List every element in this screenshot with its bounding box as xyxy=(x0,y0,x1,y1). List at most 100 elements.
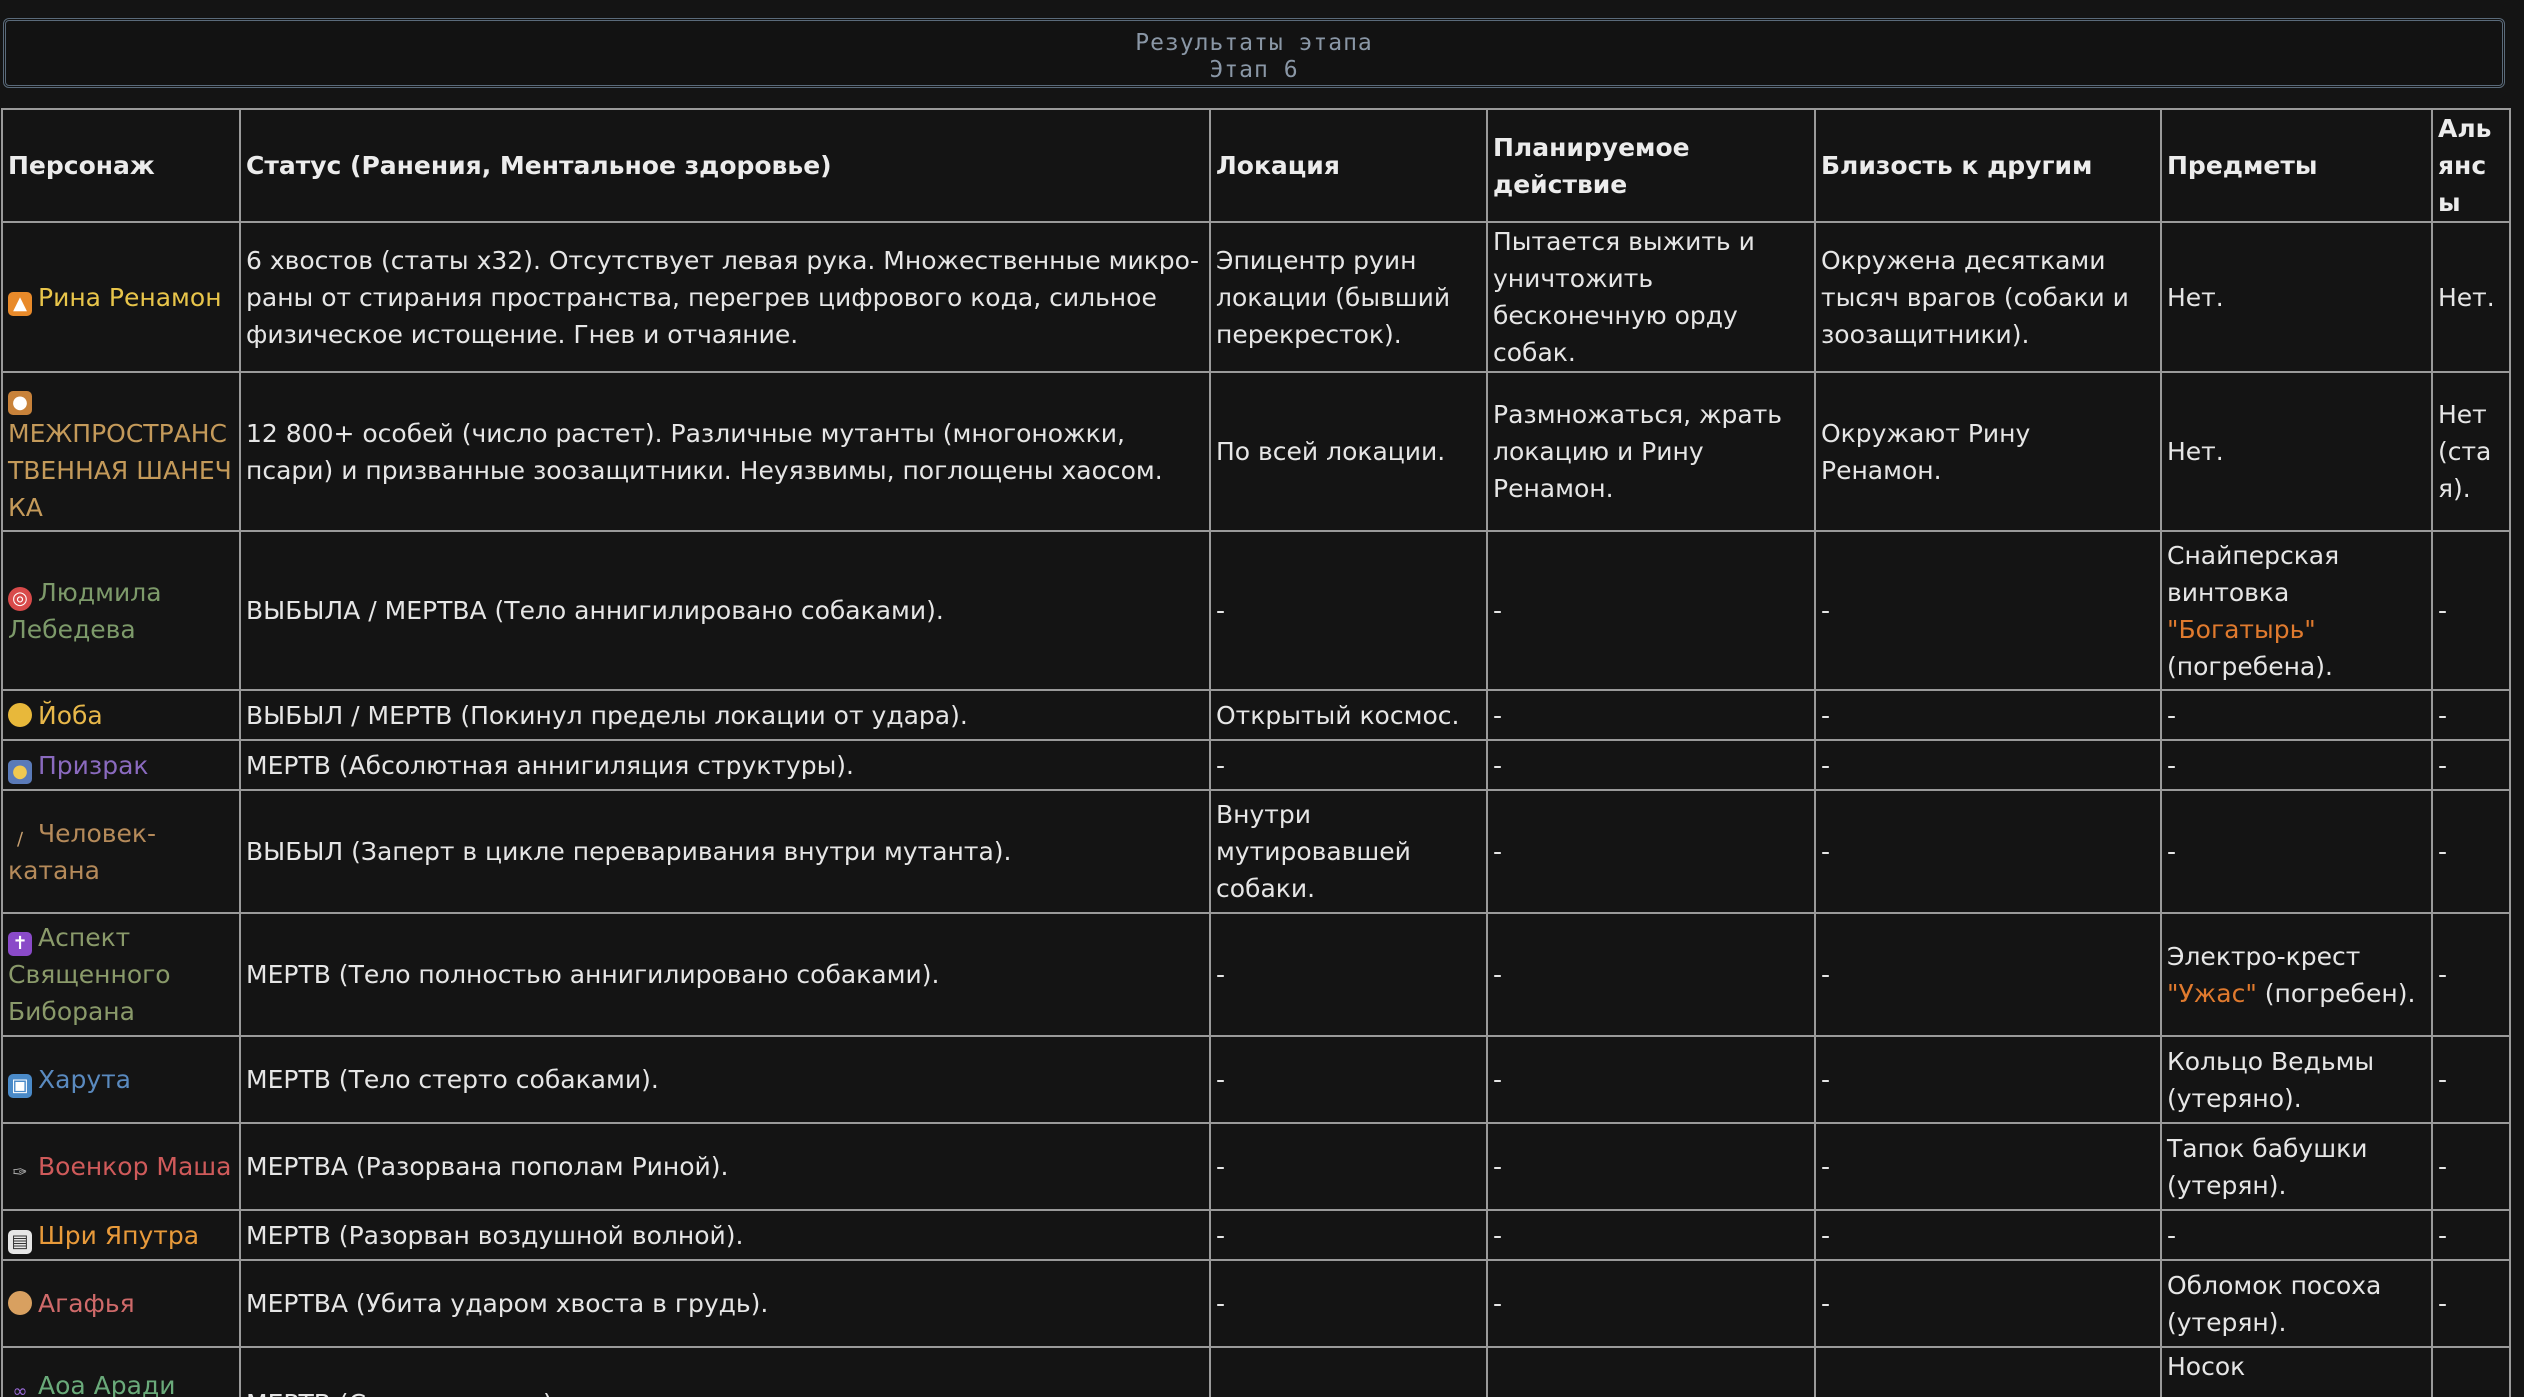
table-row: ● МЕЖПРОСТРАНСТВЕННАЯ ШАНЕЧКА 12 800+ осо… xyxy=(1,371,2511,532)
action-cell: Размножаться, жрать локацию и Рину Ренам… xyxy=(1486,371,1816,532)
status-cell: МЕРТВ (Тело полностью аннигилировано соб… xyxy=(239,912,1211,1037)
closeness-cell: - xyxy=(1814,1122,2162,1211)
table-header-row: Персонаж Статус (Ранения, Ментальное здо… xyxy=(1,108,2511,223)
tv-icon: ▣ xyxy=(8,1074,32,1098)
items-cell: - xyxy=(2160,1209,2433,1261)
closeness-cell: Окружают Рину Ренамон. xyxy=(1814,371,2162,532)
alliances-cell: - xyxy=(2431,1035,2511,1124)
items-cell: Обломок посоха (утерян). xyxy=(2160,1259,2433,1348)
closeness-cell: - xyxy=(1814,739,2162,791)
character-cell: ∞ Аоа Аради Тагадаш xyxy=(1,1346,241,1397)
action-cell: Пытается выжить и уничтожить бесконечную… xyxy=(1486,221,1816,373)
results-table: Персонаж Статус (Ранения, Ментальное здо… xyxy=(1,108,2511,1397)
status-cell: МЕРТВ (Абсолютная аннигиляция структуры)… xyxy=(239,739,1211,791)
dagger-icon: ∕ xyxy=(16,828,24,850)
closeness-cell: - xyxy=(1814,530,2162,691)
header-action: Планируемое действие xyxy=(1486,108,1816,223)
alliances-cell: - xyxy=(2431,689,2511,741)
item-highlight: "Ужас" xyxy=(2167,978,2257,1008)
table-row: ● Призрак МЕРТВ (Абсолютная аннигиляция с… xyxy=(1,739,2511,791)
stage-header: Результаты этапа Этап 6 xyxy=(3,18,2505,88)
action-cell: - xyxy=(1486,1035,1816,1124)
character-cell: ▣ Харута xyxy=(1,1035,241,1124)
character-name: Призрак xyxy=(38,750,149,780)
status-cell: МЕРТВ (Сгнил изнутри). xyxy=(239,1346,1211,1397)
mask-icon: ● xyxy=(8,759,32,784)
closeness-cell: - xyxy=(1814,1259,2162,1348)
character-cell: ✑ Военкор Маша xyxy=(1,1122,241,1211)
character-cell: ◎ Людмила Лебедева xyxy=(1,530,241,691)
status-cell: МЕРТВ (Разорван воздушной волной). xyxy=(239,1209,1211,1261)
location-cell: - xyxy=(1209,1259,1488,1348)
alliances-cell: Нет (стая). xyxy=(2431,371,2511,532)
character-name: Аоа Аради Тагадаш xyxy=(38,1370,176,1397)
alliances-cell: - xyxy=(2431,530,2511,691)
closeness-cell: - xyxy=(1814,1209,2162,1261)
action-cell: - xyxy=(1486,1122,1816,1211)
character-name: Харута xyxy=(38,1065,131,1094)
location-cell: - xyxy=(1209,1209,1488,1261)
items-cell: Носок телепортации (утерян). xyxy=(2160,1346,2433,1397)
status-cell: 6 хвостов (статы x32). Отсутствует левая… xyxy=(239,221,1211,373)
table-row: ▲ Рина Ренамон 6 хвостов (статы x32). Отс… xyxy=(1,221,2511,373)
alliances-cell: - xyxy=(2431,1209,2511,1261)
action-cell: - xyxy=(1486,1259,1816,1348)
location-cell: - xyxy=(1209,912,1488,1037)
header-status: Статус (Ранения, Ментальное здоровье) xyxy=(239,108,1211,223)
status-cell: ВЫБЫЛ / МЕРТВ (Покинул пределы локации о… xyxy=(239,689,1211,741)
location-cell: - xyxy=(1209,739,1488,791)
location-cell: - xyxy=(1209,530,1488,691)
table-row: ▣ Харута МЕРТВ (Тело стерто собаками). - … xyxy=(1,1035,2511,1124)
top-bar-cut xyxy=(0,0,2524,14)
location-cell: - xyxy=(1209,1346,1488,1397)
character-name: Военкор Маша xyxy=(38,1152,232,1181)
table-row: Агафья МЕРТВА (Убита ударом хвоста в гру… xyxy=(1,1259,2511,1348)
location-cell: Открытый космос. xyxy=(1209,689,1488,741)
alliances-cell: - xyxy=(2431,739,2511,791)
status-cell: ВЫБЫЛА / МЕРТВА (Тело аннигилировано соб… xyxy=(239,530,1211,691)
character-cell: ✝ Аспект Священного Биборана xyxy=(1,912,241,1037)
item-note: (погребена). xyxy=(2167,651,2333,681)
character-cell: Йоба xyxy=(1,689,241,741)
alliances-cell: - xyxy=(2431,1259,2511,1348)
clapper-icon: ▤ xyxy=(8,1229,32,1254)
table-row: ∕ Человек-катана ВЫБЫЛ (Заперт в цикле пе… xyxy=(1,789,2511,914)
closeness-cell: - xyxy=(1814,1035,2162,1124)
character-name: МЕЖПРОСТРАНСТВЕННАЯ ШАНЕЧКА xyxy=(8,418,232,522)
character-name: Агафья xyxy=(38,1289,135,1318)
character-name: Йоба xyxy=(38,700,103,730)
header-closeness: Близость к другим xyxy=(1814,108,2162,223)
items-cell: - xyxy=(2160,739,2433,791)
table-row: ▤ Шри Япутра МЕРТВ (Разорван воздушной во… xyxy=(1,1209,2511,1261)
alliances-cell: Нет. xyxy=(2431,221,2511,373)
closeness-cell: Окружена десятками тысяч врагов (собаки … xyxy=(1814,221,2162,373)
header-location: Локация xyxy=(1209,108,1488,223)
header-alliances: Альянсы xyxy=(2431,108,2511,223)
status-cell: МЕРТВА (Убита ударом хвоста в грудь). xyxy=(239,1259,1211,1348)
status-cell: МЕРТВА (Разорвана пополам Риной). xyxy=(239,1122,1211,1211)
item-name: Снайперская винтовка xyxy=(2167,540,2340,607)
microphone-icon: ✑ xyxy=(12,1162,28,1183)
character-name: Рина Ренамон xyxy=(38,282,222,312)
location-cell: Эпицентр руин локации (бывший перекресто… xyxy=(1209,221,1488,373)
alliances-cell: - xyxy=(2431,1122,2511,1211)
closeness-cell: - xyxy=(1814,912,2162,1037)
action-cell: - xyxy=(1486,912,1816,1037)
items-cell: Снайперская винтовка "Богатырь" (погребе… xyxy=(2160,530,2433,691)
closeness-cell: - xyxy=(1814,789,2162,914)
item-name: Электро-крест xyxy=(2167,941,2361,971)
closeness-cell: - xyxy=(1814,1346,2162,1397)
stage-subtitle: Этап 6 xyxy=(1209,57,1299,83)
bread-icon xyxy=(8,1291,32,1315)
action-cell: - xyxy=(1486,1209,1816,1261)
fox-icon: ▲ xyxy=(8,291,32,316)
header-character: Персонаж xyxy=(1,108,241,223)
table-row: ◎ Людмила Лебедева ВЫБЫЛА / МЕРТВА (Тело … xyxy=(1,530,2511,691)
character-cell: Агафья xyxy=(1,1259,241,1348)
action-cell: - xyxy=(1486,689,1816,741)
alliances-cell: - xyxy=(2431,912,2511,1037)
glasses-icon: ∞ xyxy=(12,1380,28,1397)
location-cell: - xyxy=(1209,1035,1488,1124)
character-cell: ● Призрак xyxy=(1,739,241,791)
face-icon xyxy=(8,702,32,727)
